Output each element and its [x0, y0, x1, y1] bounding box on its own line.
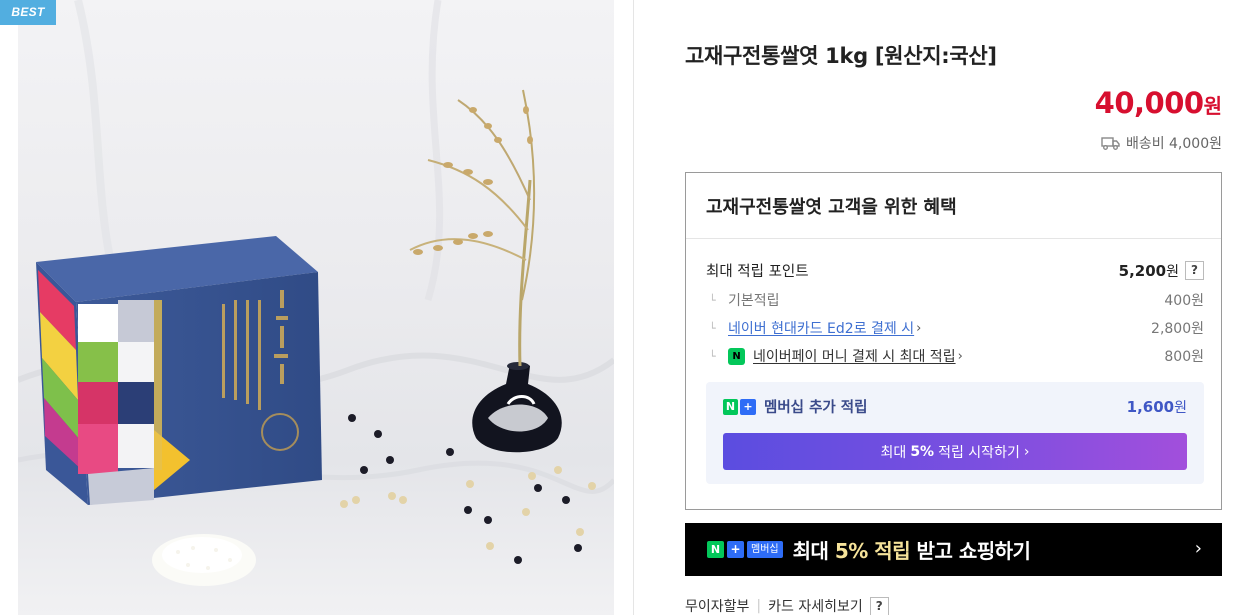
shipping-fee: 배송비 4,000원 — [1101, 133, 1222, 153]
membership-tag: N + 멤버십 — [707, 541, 783, 558]
benefit-item-amount: 400원 — [1164, 293, 1204, 309]
hyundai-card-link[interactable]: 네이버 현대카드 Ed2로 결제 시 — [728, 318, 914, 338]
price-value: 40,000 — [1094, 86, 1204, 120]
benefit-item-amount: 2,800원 — [1151, 321, 1204, 337]
start-button-prefix: 최대 — [880, 444, 907, 461]
truck-icon — [1101, 137, 1120, 150]
chevron-right-icon: › — [1194, 538, 1202, 559]
membership-tag-label: 멤버십 — [747, 541, 783, 558]
card-info-row: 무이자할부 | 카드 자세히보기 ? — [685, 596, 889, 615]
nplus-icon: N + — [723, 398, 756, 415]
best-badge: BEST — [0, 0, 56, 25]
card-details-link[interactable]: 카드 자세히보기 — [768, 596, 863, 615]
product-info-panel: 고재구전통쌀엿 1kg [원산지:국산] 40,000원 배송비 4,000원 … — [635, 0, 1252, 615]
start-membership-button[interactable]: 최대 5% 적립 시작하기 › — [723, 433, 1187, 470]
membership-row: N + 멤버십 추가 적립 1,600원 — [723, 396, 1187, 417]
help-icon[interactable]: ? — [1185, 261, 1204, 280]
membership-number: 1,600 — [1126, 397, 1175, 416]
banner-text: 최대 5% 적립 받고 쇼핑하기 — [793, 535, 1031, 564]
tree-branch-icon: └ — [709, 349, 716, 363]
benefit-item-npay: └ N 네이버페이 머니 결제 시 최대 적립 › 800원 — [706, 346, 1204, 366]
benefit-box: 고재구전통쌀엿 고객을 위한 혜택 최대 적립 포인트 5,200원 ? └ 기본… — [685, 172, 1222, 510]
membership-unit: 원 — [1174, 399, 1187, 416]
max-points-row: 최대 적립 포인트 5,200원 ? — [706, 260, 1204, 281]
benefit-heading: 고재구전통쌀엿 고객을 위한 혜택 — [686, 173, 1221, 239]
product-title: 고재구전통쌀엿 1kg [원산지:국산] — [685, 44, 997, 68]
npay-icon: N — [728, 347, 745, 365]
max-points-label: 최대 적립 포인트 — [706, 264, 809, 280]
benefit-item-label: 기본적립 — [728, 293, 780, 309]
banner-text-highlight: 5% 적립 — [834, 539, 911, 563]
max-points-unit: 원 — [1166, 263, 1179, 280]
benefit-item-card: └ 네이버 현대카드 Ed2로 결제 시 › 2,800원 — [706, 318, 1204, 338]
chevron-right-icon: › — [1023, 443, 1030, 460]
help-icon[interactable]: ? — [869, 596, 889, 615]
max-points-value-wrap: 5,200원 ? — [1119, 261, 1204, 281]
max-points-value: 5,200원 — [1119, 261, 1179, 281]
tree-branch-icon: └ — [709, 321, 716, 335]
product-image-area: BEST — [0, 0, 634, 615]
price-unit: 원 — [1203, 94, 1222, 118]
start-button-percent: 5% — [910, 443, 935, 460]
installment-label: 무이자할부 — [685, 599, 750, 615]
product-photo-illustration — [18, 0, 614, 615]
plus-icon: + — [727, 541, 744, 558]
shipping-text: 배송비 4,000원 — [1125, 136, 1222, 152]
banner-text-after: 받고 쇼핑하기 — [910, 539, 1031, 563]
membership-label: 멤버십 추가 적립 — [764, 400, 868, 416]
product-photo[interactable] — [18, 0, 614, 615]
chevron-right-icon: › — [916, 320, 922, 336]
banner-text-before: 최대 — [792, 539, 835, 563]
max-points-number: 5,200 — [1118, 261, 1167, 280]
product-price: 40,000원 — [1095, 86, 1222, 120]
start-button-label: 적립 시작하기 — [938, 444, 1020, 461]
naver-n-icon: N — [707, 541, 724, 558]
membership-banner[interactable]: N + 멤버십 최대 5% 적립 받고 쇼핑하기 › — [685, 523, 1222, 576]
membership-box: N + 멤버십 추가 적립 1,600원 최대 5% 적립 시작하기 › — [706, 382, 1204, 484]
tree-branch-icon: └ — [709, 293, 716, 307]
divider: | — [756, 598, 762, 614]
benefit-item-basic: └ 기본적립 400원 — [706, 290, 1204, 310]
npay-money-link[interactable]: 네이버페이 머니 결제 시 최대 적립 — [753, 346, 956, 366]
chevron-right-icon: › — [957, 348, 963, 364]
membership-value: 1,600원 — [1127, 397, 1187, 417]
benefit-item-amount: 800원 — [1164, 349, 1204, 365]
